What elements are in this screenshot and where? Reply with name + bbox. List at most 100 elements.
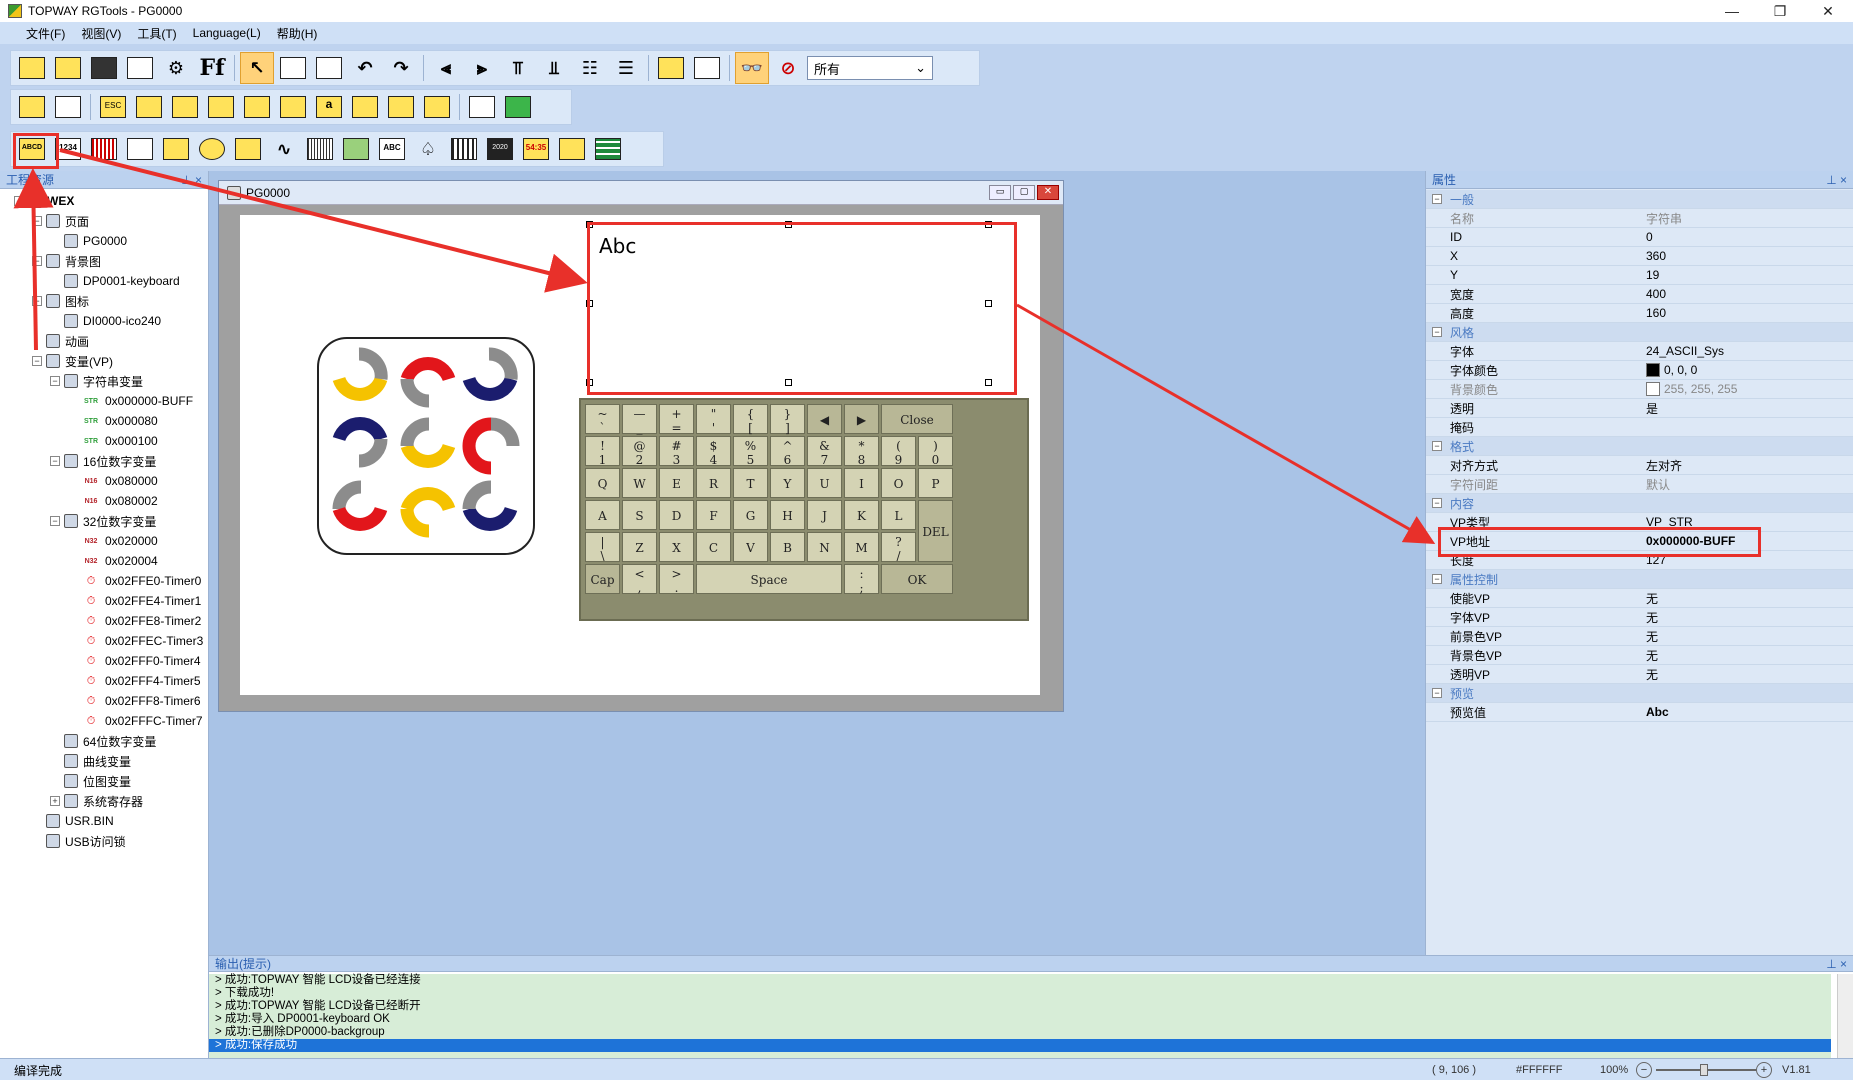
clock-widget-button[interactable]: 54:35	[519, 133, 553, 165]
property-value[interactable]: 默认	[1646, 476, 1670, 493]
property-value[interactable]: 255, 255, 255	[1646, 382, 1737, 397]
grid3-button[interactable]	[420, 91, 454, 123]
zoom-in-button[interactable]: +	[1756, 1062, 1772, 1078]
property-row[interactable]: X 360	[1426, 247, 1853, 266]
property-row[interactable]: 字体颜色 0, 0, 0	[1426, 361, 1853, 380]
new-button[interactable]	[15, 52, 49, 84]
tree-item[interactable]: − WEX	[14, 191, 74, 211]
bar-widget-button[interactable]	[87, 133, 121, 165]
property-row[interactable]: 高度 160	[1426, 304, 1853, 323]
property-row[interactable]: 字符间距 默认	[1426, 475, 1853, 494]
property-category[interactable]: − 内容	[1426, 494, 1853, 513]
tree-item[interactable]: − 变量(VP)	[32, 351, 113, 371]
tree-item[interactable]: PG0000	[50, 231, 127, 251]
collapse-icon[interactable]: −	[1432, 194, 1442, 204]
menu-view[interactable]: 视图(V)	[73, 25, 129, 42]
rect-outline-button[interactable]	[51, 91, 85, 123]
tree-item[interactable]: N32 0x020004	[68, 551, 158, 571]
tree-item[interactable]: − 字符串变量	[50, 371, 143, 391]
expand-icon[interactable]: +	[50, 796, 60, 806]
download-button[interactable]	[501, 91, 535, 123]
menu-language[interactable]: Language(L)	[185, 26, 269, 40]
tree-item[interactable]: ⏱ 0x02FFF0-Timer4	[68, 651, 201, 671]
tree-item[interactable]: − 图标	[32, 291, 89, 311]
tree-item[interactable]: N32 0x020000	[68, 531, 158, 551]
tree-item[interactable]: ⏱ 0x02FFE8-Timer2	[68, 611, 202, 631]
collapse-icon[interactable]: −	[32, 256, 42, 266]
property-row[interactable]: 宽度 400	[1426, 285, 1853, 304]
key-backspace-button[interactable]	[132, 91, 166, 123]
property-value[interactable]: 是	[1646, 400, 1658, 417]
minimize-button[interactable]: —	[1709, 0, 1755, 22]
property-value[interactable]: 无	[1646, 666, 1658, 683]
copy-button[interactable]	[276, 52, 310, 84]
animation-widget-button[interactable]	[231, 133, 265, 165]
tree-item[interactable]: 动画	[32, 331, 89, 351]
pin-close-icon[interactable]: ⊥ ×	[1826, 957, 1847, 971]
property-value[interactable]: 400	[1646, 287, 1666, 301]
key-a-button[interactable]: a	[312, 91, 346, 123]
tree-item[interactable]: DI0000-ico240	[50, 311, 161, 331]
tree-item[interactable]: − 32位数字变量	[50, 511, 156, 531]
tree-item[interactable]: STR 0x000000-BUFF	[68, 391, 193, 411]
collapse-icon[interactable]: −	[50, 516, 60, 526]
rect-button[interactable]	[15, 91, 49, 123]
tree-item[interactable]: 64位数字变量	[50, 731, 156, 751]
close-button[interactable]: ✕	[1805, 0, 1851, 22]
tree-item[interactable]: ⏱ 0x02FFF4-Timer5	[68, 671, 201, 691]
property-value[interactable]: 左对齐	[1646, 457, 1682, 474]
tree-item[interactable]: 曲线变量	[50, 751, 131, 771]
property-value[interactable]: 无	[1646, 628, 1658, 645]
collapse-icon[interactable]: −	[50, 456, 60, 466]
collapse-icon[interactable]: −	[14, 196, 24, 206]
property-category[interactable]: − 一般	[1426, 190, 1853, 209]
property-row[interactable]: 使能VP 无	[1426, 589, 1853, 608]
scale-widget-button[interactable]	[303, 133, 337, 165]
property-row[interactable]: 字体 24_ASCII_Sys	[1426, 342, 1853, 361]
property-category[interactable]: − 风格	[1426, 323, 1853, 342]
settings-button[interactable]: ⚙	[159, 52, 193, 84]
restore-button[interactable]: ❐	[1757, 0, 1803, 22]
property-value[interactable]: 0	[1646, 230, 1653, 244]
tree-item[interactable]: ⏱ 0x02FFE0-Timer0	[68, 571, 202, 591]
tree-item[interactable]: STR 0x000100	[68, 431, 158, 451]
menu-help[interactable]: 帮助(H)	[269, 25, 326, 42]
bring-front-button[interactable]	[654, 52, 688, 84]
grid2-button[interactable]	[384, 91, 418, 123]
tree-item[interactable]: N16 0x080002	[68, 491, 158, 511]
collapse-icon[interactable]: −	[1432, 498, 1442, 508]
preview-off-button[interactable]: ⊘	[771, 52, 805, 84]
pointer-button[interactable]: ↖	[240, 52, 274, 84]
collapse-icon[interactable]: −	[50, 376, 60, 386]
property-category[interactable]: − 属性控制	[1426, 570, 1853, 589]
tree-item[interactable]: − 页面	[32, 211, 89, 231]
property-row[interactable]: 预览值 Abc	[1426, 703, 1853, 722]
tree-item[interactable]: − 背景图	[32, 251, 101, 271]
collapse-icon[interactable]: −	[1432, 688, 1442, 698]
save-button[interactable]	[87, 52, 121, 84]
send-back-button[interactable]	[690, 52, 724, 84]
align-bottom-button[interactable]: ⫫	[537, 52, 571, 84]
tree-item[interactable]: N16 0x080000	[68, 471, 158, 491]
doc-close-button[interactable]: ✕	[1037, 185, 1059, 200]
property-value[interactable]: 无	[1646, 647, 1658, 664]
property-value[interactable]: 0, 0, 0	[1646, 363, 1697, 378]
tree-item[interactable]: − 16位数字变量	[50, 451, 156, 471]
collapse-icon[interactable]: −	[32, 296, 42, 306]
property-row[interactable]: 透明 是	[1426, 399, 1853, 418]
property-value[interactable]: 19	[1646, 268, 1659, 282]
property-row[interactable]: 透明VP 无	[1426, 665, 1853, 684]
distribute-button[interactable]: ☷	[573, 52, 607, 84]
zoom-slider-thumb[interactable]	[1700, 1064, 1708, 1076]
align-left-button[interactable]: ⫷	[429, 52, 463, 84]
abc-widget-button[interactable]: ABC	[375, 133, 409, 165]
menu-tools[interactable]: 工具(T)	[129, 25, 184, 42]
undo-button[interactable]: ↶	[348, 52, 382, 84]
property-value[interactable]: 字符串	[1646, 210, 1682, 227]
property-value[interactable]: Abc	[1646, 705, 1669, 719]
key-left-button[interactable]	[168, 91, 202, 123]
doc-minimize-button[interactable]: ▭	[989, 185, 1011, 200]
tree-item[interactable]: + 系统寄存器	[50, 791, 143, 811]
tree-item[interactable]: ⏱ 0x02FFFC-Timer7	[68, 711, 203, 731]
zoom-out-button[interactable]: −	[1636, 1062, 1652, 1078]
